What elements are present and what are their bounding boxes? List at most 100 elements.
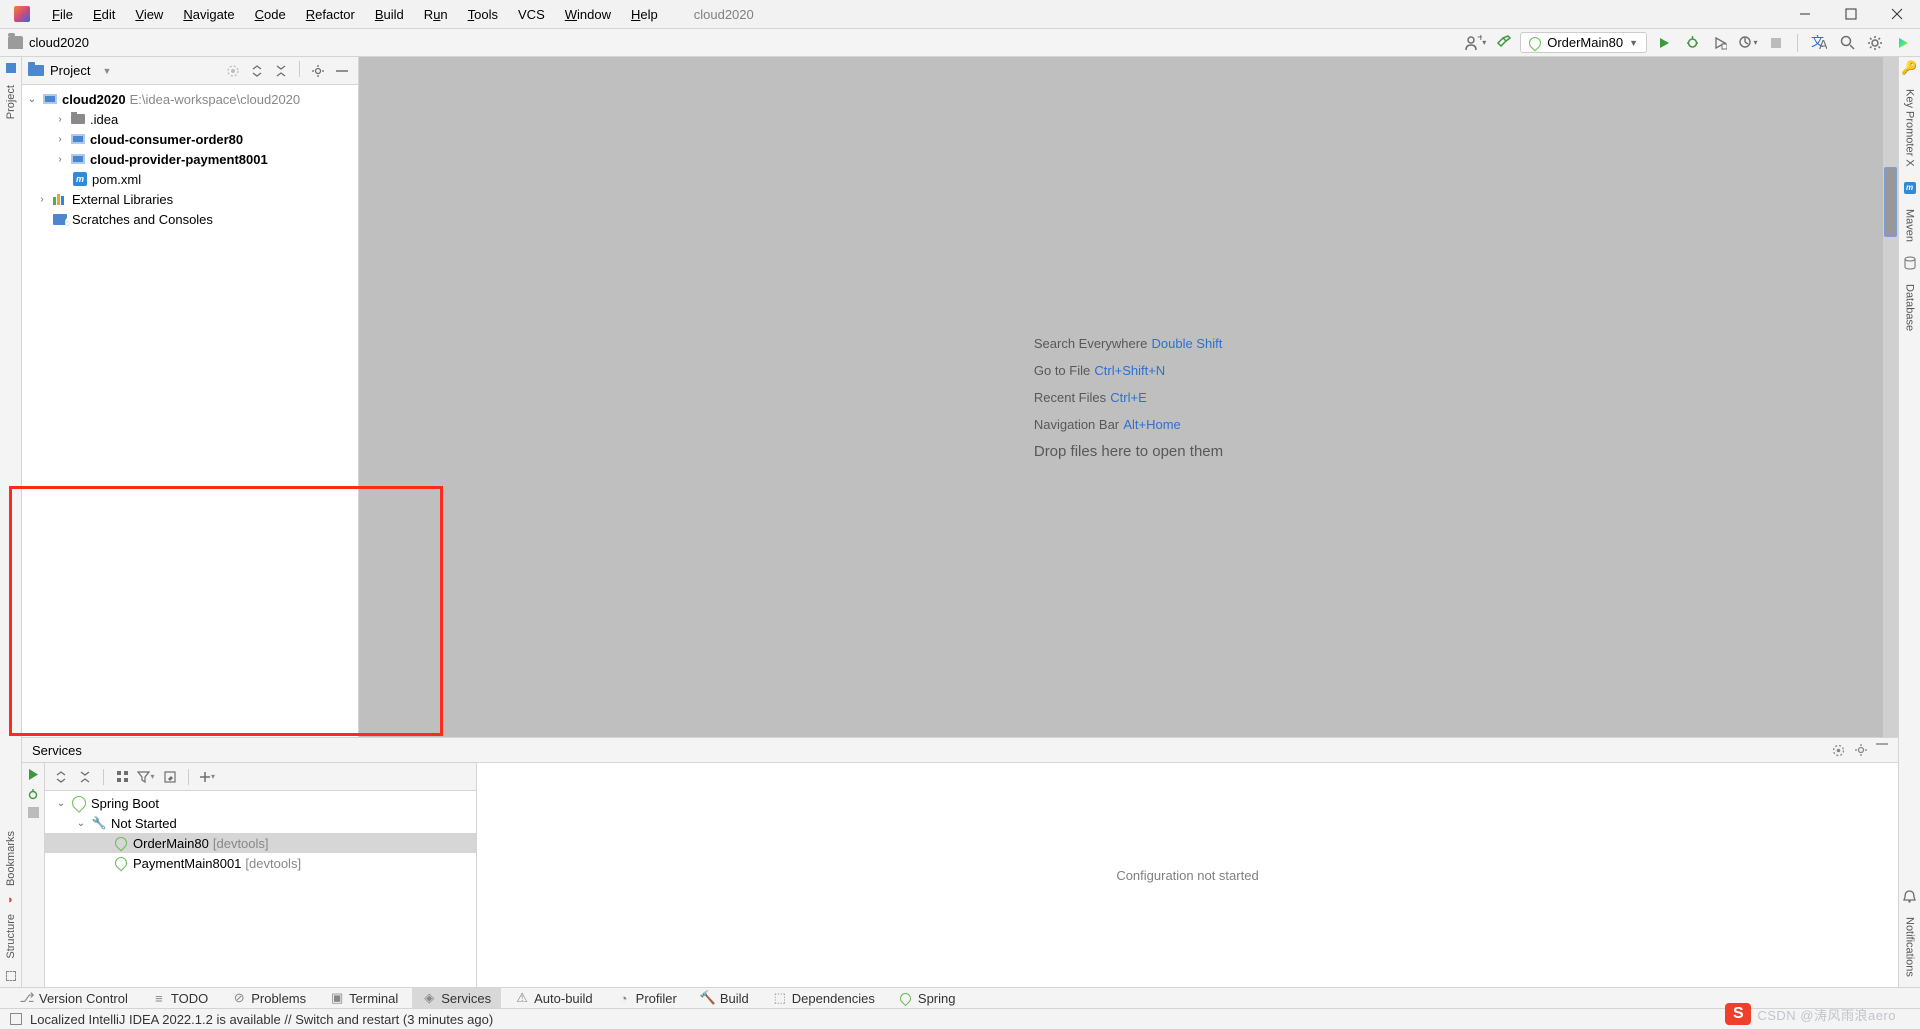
svc-item-paymentmain8001[interactable]: PaymentMain8001 [devtools]	[45, 853, 476, 873]
menu-view[interactable]: View	[127, 4, 171, 25]
svc-stop-icon[interactable]	[28, 807, 39, 818]
tree-item-extlib[interactable]: › External Libraries	[22, 189, 358, 209]
springboot-icon	[69, 793, 89, 813]
statusbar-toolwindow-icon[interactable]	[10, 1013, 22, 1025]
tree-item-pom[interactable]: m pom.xml	[22, 169, 358, 189]
run-button[interactable]	[1653, 32, 1675, 54]
collapse-arrow-icon[interactable]: ›	[54, 134, 66, 145]
tab-todo[interactable]: ≡TODO	[142, 988, 218, 1008]
add-user-icon[interactable]: +▾	[1464, 32, 1486, 54]
project-rail-label[interactable]: Project	[5, 77, 17, 127]
search-icon[interactable]	[1836, 32, 1858, 54]
menu-refactor[interactable]: Refactor	[298, 4, 363, 25]
collapse-arrow-icon[interactable]: ›	[36, 194, 48, 205]
svc-collapse-toggle-icon[interactable]	[75, 767, 95, 787]
main-menu: File Edit View Navigate Code Refactor Bu…	[38, 4, 666, 25]
tab-version-control[interactable]: ⎇Version Control	[10, 988, 138, 1008]
tab-terminal[interactable]: ▣Terminal	[320, 988, 408, 1008]
editor-scrollbar-thumb[interactable]	[1884, 167, 1897, 237]
tab-spring[interactable]: Spring	[889, 988, 966, 1008]
database-rail-icon[interactable]	[1903, 256, 1917, 270]
expand-all-icon[interactable]	[247, 61, 267, 81]
tab-build[interactable]: 🔨Build	[691, 988, 759, 1008]
menu-navigate[interactable]: Navigate	[175, 4, 242, 25]
tree-item-scratches[interactable]: Scratches and Consoles	[22, 209, 358, 229]
collapse-arrow-icon[interactable]: ›	[54, 154, 66, 165]
breadcrumb-root[interactable]: cloud2020	[29, 35, 89, 50]
database-rail-label[interactable]: Database	[1904, 274, 1916, 341]
collapse-arrow-icon[interactable]: ›	[54, 114, 66, 125]
settings-gear-icon[interactable]	[1864, 32, 1886, 54]
coderunner-icon[interactable]	[1892, 32, 1914, 54]
project-header-title[interactable]: Project	[50, 63, 90, 78]
maven-rail-icon[interactable]: m	[1903, 181, 1917, 195]
editor-scrollbar-track[interactable]	[1883, 57, 1898, 737]
svc-run-icon[interactable]	[27, 768, 40, 781]
services-toolbar: ▾ ▾	[45, 763, 476, 791]
menu-vcs[interactable]: VCS	[510, 4, 553, 25]
warning-icon: ⊘	[232, 991, 246, 1005]
maximize-button[interactable]	[1828, 0, 1874, 29]
bookmarks-rail-label[interactable]: Bookmarks	[5, 823, 17, 894]
expand-arrow-icon[interactable]: ⌄	[26, 94, 38, 105]
menu-file[interactable]: File	[44, 4, 81, 25]
tab-autobuild[interactable]: ⚠Auto-build	[505, 988, 603, 1008]
stop-button[interactable]	[1765, 32, 1787, 54]
menu-edit[interactable]: Edit	[85, 4, 123, 25]
translate-icon[interactable]: 文A	[1808, 32, 1830, 54]
tab-profiler[interactable]: ◔Profiler	[607, 988, 687, 1008]
autobuild-icon: ⚠	[515, 991, 529, 1005]
tab-dependencies[interactable]: ⬚Dependencies	[763, 988, 885, 1008]
menu-tools[interactable]: Tools	[460, 4, 506, 25]
svc-group-notstarted[interactable]: ⌄ 🔧 Not Started	[45, 813, 476, 833]
close-button[interactable]	[1874, 0, 1920, 29]
menu-window[interactable]: Window	[557, 4, 619, 25]
menu-code[interactable]: Code	[247, 4, 294, 25]
menu-run[interactable]: Run	[416, 4, 456, 25]
tree-item-payment[interactable]: › cloud-provider-payment8001	[22, 149, 358, 169]
tree-item-idea[interactable]: › .idea	[22, 109, 358, 129]
svc-expand-toggle-icon[interactable]	[51, 767, 71, 787]
menu-build[interactable]: Build	[367, 4, 412, 25]
project-view-dropdown-icon[interactable]: ▼	[102, 66, 111, 76]
profile-button[interactable]: ▾	[1737, 32, 1759, 54]
minimize-button[interactable]	[1782, 0, 1828, 29]
svc-edit-config-icon[interactable]	[160, 767, 180, 787]
select-opened-file-icon[interactable]	[223, 61, 243, 81]
panel-gear-icon[interactable]	[308, 61, 328, 81]
collapse-all-icon[interactable]	[271, 61, 291, 81]
build-hammer-icon[interactable]	[1492, 32, 1514, 54]
services-hide-icon[interactable]	[1876, 743, 1888, 758]
tree-root[interactable]: ⌄ cloud2020 E:\idea-workspace\cloud2020	[22, 89, 358, 109]
tree-item-order[interactable]: › cloud-consumer-order80	[22, 129, 358, 149]
coverage-button[interactable]	[1709, 32, 1731, 54]
services-tree[interactable]: ⌄ Spring Boot ⌄ 🔧 Not Started	[45, 791, 476, 987]
svc-filter-icon[interactable]: ▾	[136, 767, 156, 787]
keypromoter-rail-label[interactable]: Key Promoter X	[1904, 79, 1916, 177]
run-config-selector[interactable]: OrderMain80 ▼	[1520, 32, 1647, 53]
springboot-icon	[113, 835, 130, 852]
hide-panel-icon[interactable]	[332, 61, 352, 81]
notifications-rail-icon[interactable]	[1903, 889, 1917, 903]
svc-debug-icon[interactable]	[26, 787, 40, 801]
structure-rail-label[interactable]: Structure	[5, 906, 17, 967]
svc-root-springboot[interactable]: ⌄ Spring Boot	[45, 793, 476, 813]
hammer-icon: 🔨	[701, 991, 715, 1005]
svc-item-ordermain80[interactable]: OrderMain80 [devtools]	[45, 833, 476, 853]
menu-help[interactable]: Help	[623, 4, 666, 25]
svc-groupby-icon[interactable]	[112, 767, 132, 787]
project-rail-icon[interactable]	[6, 63, 16, 73]
scratches-icon	[53, 214, 67, 225]
keypromoter-rail-icon[interactable]: 🔑	[1903, 61, 1917, 75]
services-target-icon[interactable]	[1831, 743, 1846, 758]
tab-services[interactable]: ◈Services	[412, 988, 501, 1008]
project-tree[interactable]: ⌄ cloud2020 E:\idea-workspace\cloud2020 …	[22, 85, 358, 737]
tab-problems[interactable]: ⊘Problems	[222, 988, 316, 1008]
status-message[interactable]: Localized IntelliJ IDEA 2022.1.2 is avai…	[30, 1012, 493, 1027]
svc-add-icon[interactable]: ▾	[197, 767, 217, 787]
notifications-rail-label[interactable]: Notifications	[1904, 907, 1916, 987]
maven-rail-label[interactable]: Maven	[1904, 199, 1916, 252]
services-gear-icon[interactable]	[1854, 743, 1868, 758]
debug-button[interactable]	[1681, 32, 1703, 54]
structure-rail-icon[interactable]	[6, 971, 16, 981]
